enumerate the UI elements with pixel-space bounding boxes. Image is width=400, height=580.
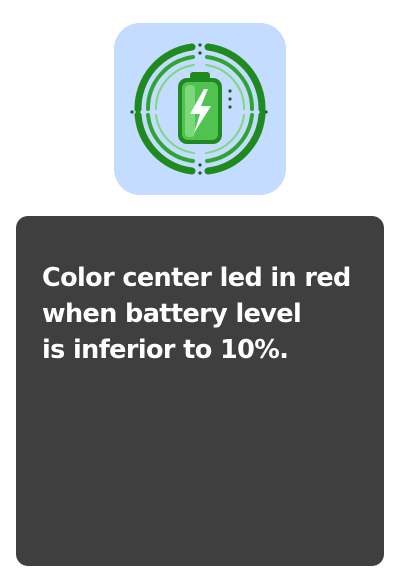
battery-charging-icon [130, 43, 268, 175]
message-card: Color center led in red when battery lev… [16, 216, 384, 566]
app-icon [114, 23, 286, 195]
message-text: Color center led in red when battery lev… [42, 263, 351, 365]
